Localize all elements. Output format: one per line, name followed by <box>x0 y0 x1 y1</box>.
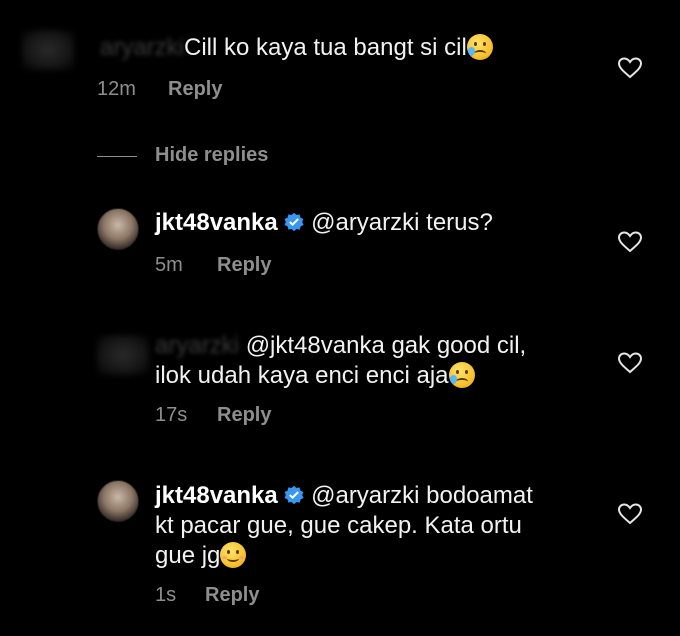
sad-tear-emoji-icon <box>448 362 475 388</box>
divider-line <box>97 156 137 157</box>
comment-text: jkt48vanka @aryarzki bodoamat <box>155 482 533 509</box>
avatar[interactable] <box>22 30 74 70</box>
comment-time: 12m <box>97 78 136 100</box>
reply-button[interactable]: Reply <box>205 584 259 607</box>
verified-badge-icon <box>285 485 305 505</box>
username[interactable]: aryarzki <box>155 332 239 359</box>
smiling-emoji-icon <box>220 542 247 568</box>
comment-text-line2: kt pacar gue, gue cakep. Kata ortu <box>155 512 522 539</box>
comment-time: 5m <box>155 254 183 276</box>
sad-tear-emoji-icon <box>466 34 493 60</box>
comment-text: aryarzkiCill ko kaya tua bangt si cil <box>100 33 493 63</box>
username[interactable]: aryarzki <box>100 34 184 61</box>
verified-badge-icon <box>285 212 305 232</box>
comment-time: 17s <box>155 404 188 426</box>
avatar[interactable] <box>97 480 139 522</box>
comment-text-line2: ilok udah kaya enci enci aja <box>155 361 475 391</box>
hide-replies-button[interactable]: Hide replies <box>155 144 268 167</box>
reply-button[interactable]: Reply <box>168 78 222 101</box>
heart-icon[interactable] <box>618 231 642 253</box>
heart-icon[interactable] <box>618 352 642 374</box>
heart-icon[interactable] <box>618 57 642 79</box>
comment-time: 1s <box>155 584 177 606</box>
avatar[interactable] <box>97 208 139 250</box>
reply-button[interactable]: Reply <box>217 404 271 427</box>
reply-button[interactable]: Reply <box>217 254 271 277</box>
comment-text: aryarzki @jkt48vanka gak good cil, <box>155 332 527 359</box>
comment-text-line3: gue jg <box>155 541 247 571</box>
comment-text: jkt48vanka @aryarzki terus? <box>155 209 493 236</box>
heart-icon[interactable] <box>618 503 642 525</box>
avatar[interactable] <box>97 335 149 375</box>
username[interactable]: jkt48vanka <box>155 482 278 509</box>
username[interactable]: jkt48vanka <box>155 209 278 236</box>
